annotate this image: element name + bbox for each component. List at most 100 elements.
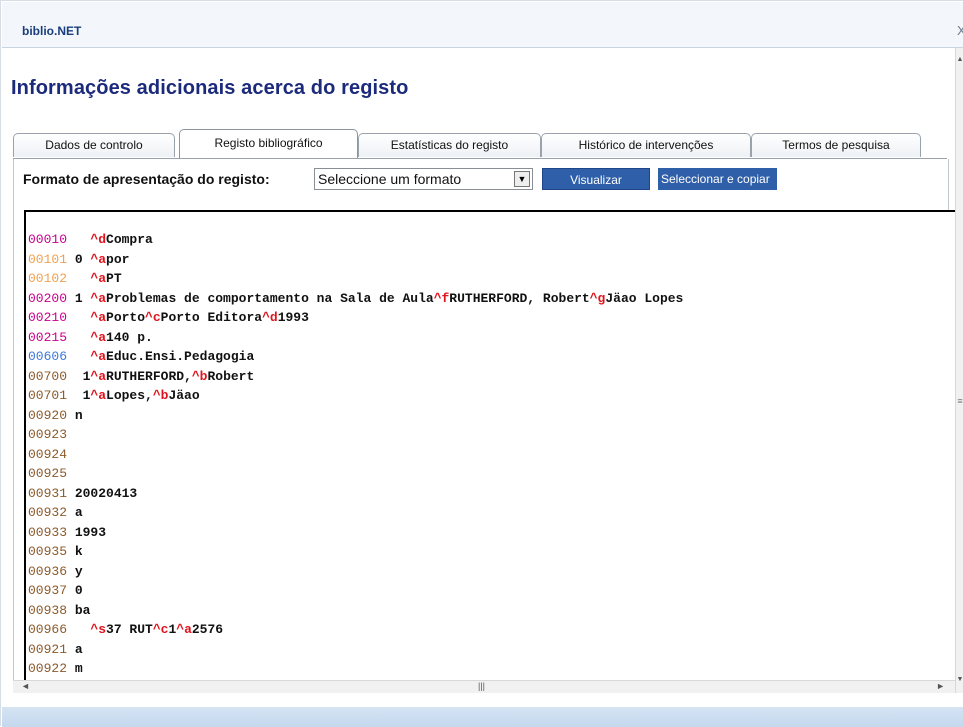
- tab-registo-bibliografico[interactable]: Registo bibliográfico: [179, 129, 358, 159]
- record-line: 00700 1^aRUTHERFORD,^bRobert: [28, 367, 683, 387]
- field-value: 2576: [191, 622, 224, 637]
- field-value: [67, 622, 90, 637]
- record-line: 00935 k: [28, 542, 683, 562]
- record-line: 00931 20020413: [28, 484, 683, 504]
- field-value: Robert: [207, 368, 255, 384]
- record-line: 00966 ^s37 RUT^c1^a2576: [28, 620, 683, 640]
- field-value: 1: [67, 388, 91, 403]
- field-tag: 00935: [28, 544, 68, 559]
- tab-label: Registo bibliográfico: [214, 136, 323, 150]
- field-value: 1993: [67, 524, 107, 540]
- arrow-down-icon[interactable]: ▼: [956, 676, 963, 683]
- tab-bar: Dados de controlo Registo bibliográfico …: [13, 129, 953, 159]
- record-line: 00938 ba: [28, 601, 683, 621]
- field-tag: 00966: [28, 622, 68, 637]
- grip-icon[interactable]: ≡: [956, 396, 963, 406]
- field-value: Jäao: [168, 388, 200, 403]
- field-tag: 00701: [28, 388, 68, 403]
- visualizar-button[interactable]: Visualizar: [542, 168, 650, 190]
- format-label: Formato de apresentação do registo:: [23, 171, 270, 187]
- field-value: 20020413: [67, 485, 138, 501]
- record-line: 00924: [28, 445, 683, 465]
- tab-label: Dados de controlo: [45, 138, 143, 152]
- subfield-code: ^a: [176, 622, 192, 637]
- arrow-left-icon[interactable]: ◄: [21, 681, 30, 691]
- record-line: 00200 1 ^aProblemas de comportamento na …: [28, 289, 683, 309]
- app-title: biblio.NET: [22, 24, 82, 38]
- field-tag: 00931: [28, 485, 68, 501]
- subfield-code: ^b: [152, 388, 169, 403]
- subfield-code: ^a: [90, 329, 107, 345]
- field-value: RUTHERFORD, Robert: [449, 290, 590, 306]
- tab-label: Histórico de intervenções: [578, 138, 714, 152]
- field-tag: 00924: [28, 446, 68, 462]
- tab-historico-de-intervencoes[interactable]: Histórico de intervenções: [541, 133, 751, 157]
- format-select-value: Seleccione um formato: [318, 171, 462, 187]
- horizontal-scrollbar[interactable]: ◄ ||| ►: [13, 680, 955, 693]
- record-line: 00010 ^dCompra: [28, 230, 683, 250]
- field-value: 0: [67, 251, 91, 267]
- grip-icon[interactable]: |||: [478, 681, 485, 691]
- subfield-code: ^a: [90, 271, 107, 286]
- field-value: [67, 349, 90, 364]
- field-tag: 00215: [28, 329, 68, 345]
- tab-dados-de-controlo[interactable]: Dados de controlo: [13, 133, 175, 157]
- field-tag: 00923: [28, 427, 68, 442]
- subfield-code: ^f: [433, 290, 450, 306]
- subfield-code: ^s: [90, 622, 107, 637]
- vertical-scrollbar[interactable]: ▲ ≡ ▼: [955, 48, 963, 693]
- record-line: 00932 a: [28, 503, 683, 523]
- record-line: 00923: [28, 425, 683, 445]
- subfield-code: ^a: [90, 388, 107, 403]
- subfield-code: ^a: [90, 290, 107, 306]
- page-title: Informações adicionais acerca do registo: [11, 77, 409, 99]
- field-value: n: [67, 407, 83, 423]
- field-tag: 00922: [28, 661, 68, 676]
- format-select[interactable]: Seleccione um formato ▼: [314, 168, 533, 190]
- seleccionar-copiar-button[interactable]: Seleccionar e copiar: [658, 168, 777, 190]
- field-value: Porto Editora: [160, 310, 263, 325]
- chevron-down-icon[interactable]: ▼: [514, 171, 530, 187]
- field-tag: 00932: [28, 505, 68, 520]
- field-value: Problemas de comportamento na Sala de Au…: [106, 290, 434, 306]
- arrow-right-icon[interactable]: ►: [936, 681, 945, 691]
- record-line: 00933 1993: [28, 523, 683, 543]
- subfield-code: ^d: [262, 310, 278, 325]
- close-icon[interactable]: X: [957, 23, 963, 38]
- record-display[interactable]: 00010 ^dCompra 00101 0 ^apor 00102 ^aPT 002…: [24, 210, 955, 680]
- record-line: 00101 0 ^apor: [28, 250, 683, 270]
- arrow-up-icon[interactable]: ▲: [956, 56, 963, 63]
- field-value: 1: [67, 290, 91, 306]
- subfield-code: ^c: [145, 310, 161, 325]
- tab-estatisticas-do-registo[interactable]: Estatísticas do registo: [358, 133, 541, 157]
- field-value: a: [67, 505, 83, 520]
- field-value: [67, 232, 90, 247]
- subfield-code: ^c: [152, 622, 169, 637]
- field-value: [67, 330, 90, 345]
- field-tag: 00210: [28, 310, 68, 325]
- field-value: PT: [106, 271, 122, 286]
- field-value: 37 RUT: [106, 622, 153, 637]
- field-value: RUTHERFORD,: [106, 368, 192, 384]
- field-value: 140 p.: [106, 329, 153, 345]
- tab-label: Estatísticas do registo: [390, 138, 509, 152]
- status-bar: [2, 707, 963, 727]
- record-line: 00210 ^aPorto^cPorto Editora^d1993: [28, 308, 683, 328]
- field-tag: 00200: [28, 290, 68, 306]
- record-line: 00701 1^aLopes,^bJäao: [28, 386, 683, 406]
- subfield-code: ^d: [90, 232, 107, 247]
- record-line: 00920 n: [28, 406, 683, 426]
- field-value: 0: [67, 583, 83, 598]
- title-bar: biblio.NET X: [2, 2, 963, 48]
- record-line: 00936 y: [28, 562, 683, 582]
- tab-label: Termos de pesquisa: [782, 138, 890, 152]
- field-tag: 00010: [28, 232, 68, 247]
- tab-termos-de-pesquisa[interactable]: Termos de pesquisa: [751, 133, 921, 157]
- field-tag: 00936: [28, 563, 68, 579]
- record-line: 00102 ^aPT: [28, 269, 683, 289]
- subfield-code: ^a: [90, 310, 107, 325]
- subfield-code: ^b: [191, 368, 208, 384]
- field-tag: 00101: [28, 251, 68, 267]
- field-value: Compra: [106, 232, 153, 247]
- record-lines: 00010 ^dCompra 00101 0 ^apor 00102 ^aPT 002…: [28, 230, 683, 679]
